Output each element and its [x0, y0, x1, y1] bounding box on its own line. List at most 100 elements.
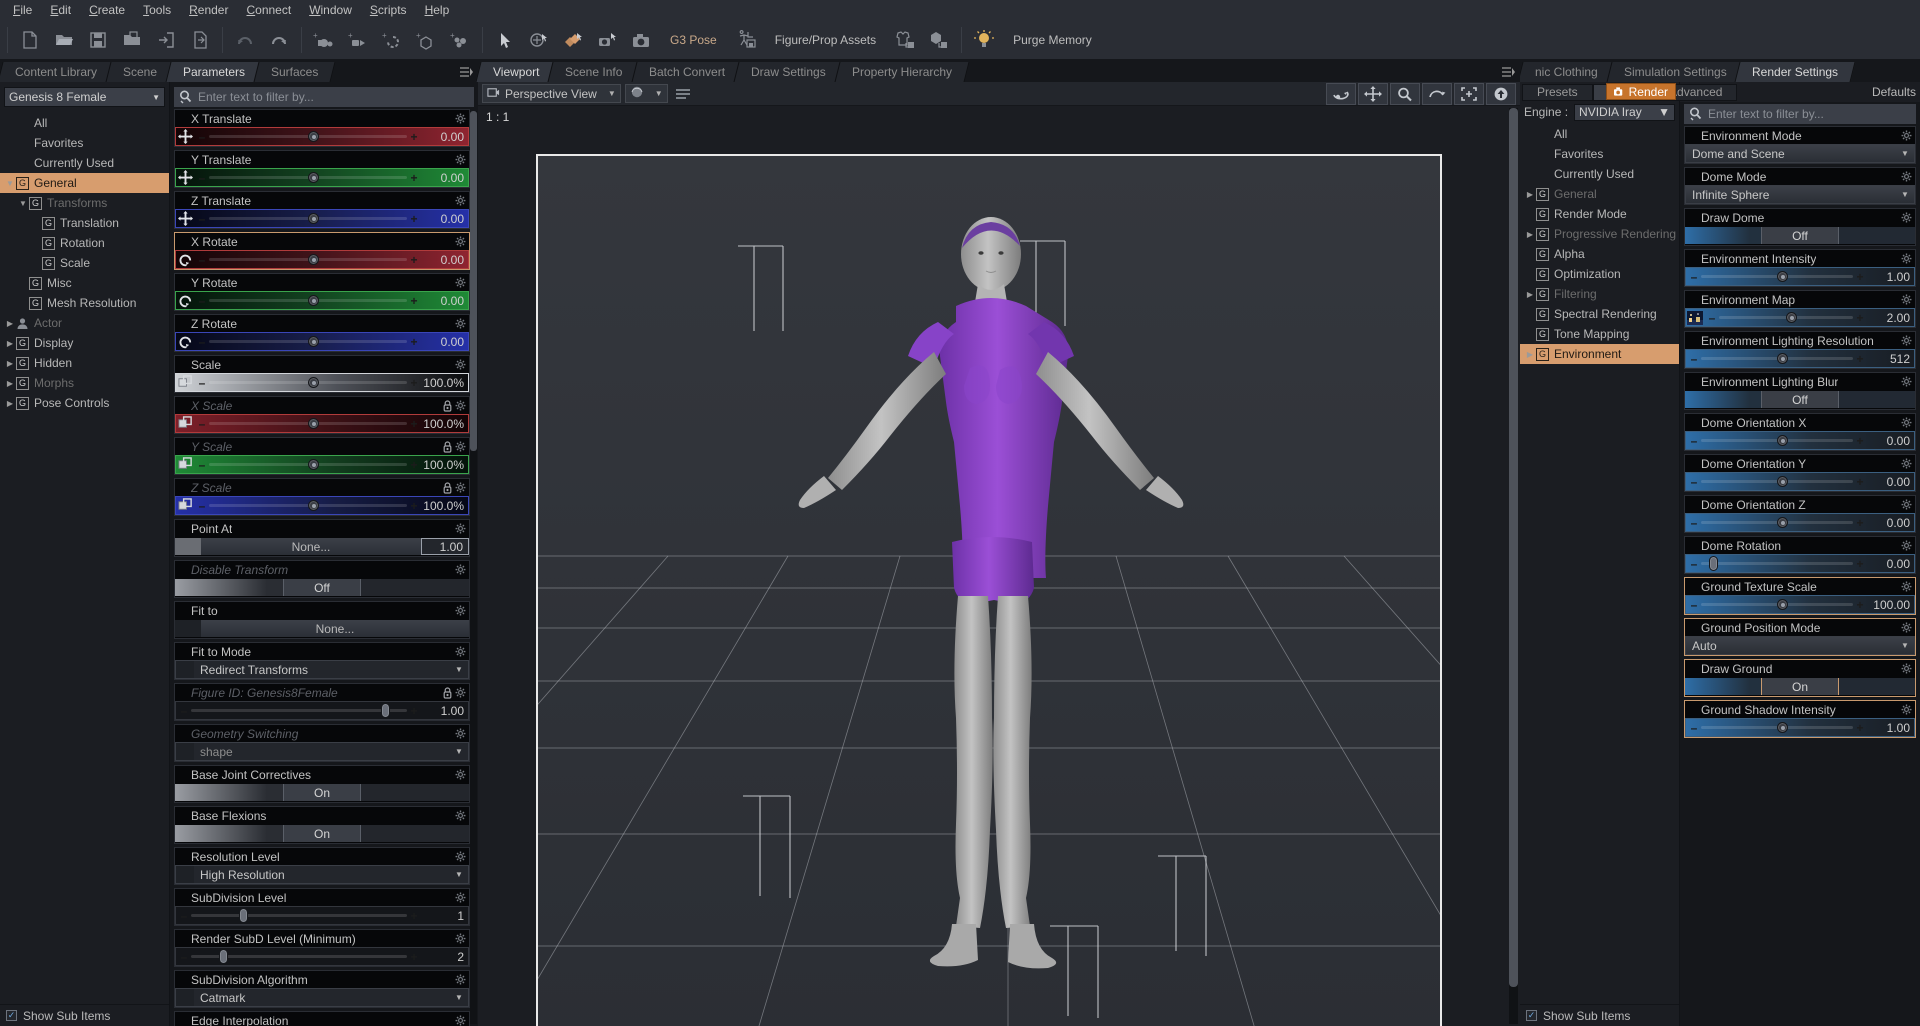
gear-icon[interactable] — [455, 892, 466, 903]
decrement-button[interactable]: – — [1689, 475, 1699, 489]
property-dropdown[interactable]: High Resolution ▼ — [175, 865, 469, 884]
new-file-icon[interactable] — [13, 23, 47, 57]
menu-item-edit[interactable]: Edit — [41, 1, 80, 19]
decrement-button[interactable]: – — [1689, 270, 1699, 284]
increment-button[interactable]: + — [409, 499, 419, 513]
undo-icon[interactable] — [228, 23, 262, 57]
slider-track[interactable]: – + — [1686, 514, 1868, 531]
gear-icon[interactable] — [1901, 499, 1912, 510]
property-value[interactable]: 2 — [422, 950, 468, 964]
render-tree-item-tone-mapping[interactable]: G Tone Mapping — [1520, 324, 1679, 344]
property-toggle[interactable]: On — [175, 824, 469, 843]
increment-button[interactable]: + — [409, 212, 419, 226]
increment-button[interactable]: + — [409, 950, 419, 964]
twisty-collapsed-icon[interactable]: ▶ — [1524, 290, 1536, 299]
slider-track[interactable]: – + — [194, 169, 422, 186]
tab-scene-info[interactable]: Scene Info — [547, 62, 641, 82]
gear-icon[interactable] — [455, 769, 466, 780]
property-slider[interactable]: – +0.00 — [175, 127, 469, 146]
increment-button[interactable]: + — [1855, 311, 1865, 325]
slider-knob[interactable] — [238, 908, 248, 923]
property-value[interactable]: 100.0% — [422, 499, 468, 513]
slider-track[interactable]: – + — [194, 128, 422, 145]
create-particles-icon[interactable]: + — [443, 23, 477, 57]
property-toggle[interactable]: Off — [1685, 226, 1915, 245]
decrement-button[interactable]: – — [197, 171, 207, 185]
slider-bar[interactable] — [209, 213, 407, 224]
lock-icon[interactable] — [443, 481, 452, 494]
save-as-icon[interactable] — [115, 23, 149, 57]
slider-track[interactable]: – + — [176, 948, 422, 965]
property-slider[interactable]: – +512 — [1685, 349, 1915, 368]
viewport-scrollbar[interactable] — [1509, 108, 1518, 1024]
bank-camera-icon[interactable] — [1422, 82, 1452, 105]
gear-icon[interactable] — [1901, 294, 1912, 305]
slider-bar[interactable] — [191, 703, 407, 718]
render-tree-item-all[interactable]: All — [1520, 124, 1679, 144]
toggle-state-label[interactable]: Off — [283, 579, 361, 596]
slider-bar[interactable] — [209, 418, 407, 429]
field-value[interactable]: None... — [201, 538, 421, 555]
chevron-down-icon[interactable]: ▼ — [1896, 190, 1914, 199]
tree-item-scale[interactable]: G Scale — [0, 253, 169, 273]
slider-track[interactable]: – + — [1686, 432, 1868, 449]
property-slider[interactable]: – +0.00 — [1685, 472, 1915, 491]
menu-item-connect[interactable]: Connect — [237, 1, 300, 19]
render-tree-item-filtering[interactable]: ▶ G Filtering — [1520, 284, 1679, 304]
tree-item-morphs[interactable]: ▶ G Morphs — [0, 373, 169, 393]
figure-prop-assets-label[interactable]: Figure/Prop Assets — [763, 33, 888, 47]
property-value[interactable]: 100.0% — [422, 417, 468, 431]
slider-bar[interactable] — [1701, 722, 1853, 733]
render-tree-item-alpha[interactable]: G Alpha — [1520, 244, 1679, 264]
slider-knob[interactable] — [308, 254, 319, 265]
render-filter-input[interactable] — [1708, 107, 1916, 121]
gear-icon[interactable] — [1901, 704, 1912, 715]
gear-icon[interactable] — [455, 810, 466, 821]
chevron-down-icon[interactable]: ▼ — [450, 747, 468, 756]
increment-button[interactable]: + — [409, 458, 419, 472]
slider-bar[interactable] — [209, 377, 407, 388]
menu-item-window[interactable]: Window — [300, 1, 361, 19]
create-light-icon[interactable]: + — [341, 23, 375, 57]
slider-bar[interactable] — [209, 459, 407, 470]
create-camera-icon[interactable]: + — [307, 23, 341, 57]
import-icon[interactable] — [149, 23, 183, 57]
viewport-canvas-area[interactable]: 1 : 1 — [478, 106, 1520, 1026]
increment-button[interactable]: + — [1855, 598, 1865, 612]
property-value[interactable]: 0.00 — [1868, 557, 1914, 571]
render-show-sub-items-checkbox[interactable]: ✓ — [1526, 1010, 1537, 1021]
slider-track[interactable]: – + — [176, 907, 422, 924]
property-slider[interactable]: – +0.00 — [1685, 513, 1915, 532]
property-dropdown[interactable]: shape ▼ — [175, 742, 469, 761]
property-value[interactable]: 0.00 — [422, 212, 468, 226]
render-tree-item-optimization[interactable]: G Optimization — [1520, 264, 1679, 284]
gear-icon[interactable] — [455, 195, 466, 206]
twisty-collapsed-icon[interactable]: ▶ — [1524, 350, 1536, 359]
property-dropdown[interactable]: Redirect Transforms ▼ — [175, 660, 469, 679]
property-slider[interactable]: – +0.00 — [175, 250, 469, 269]
property-value[interactable]: 1.00 — [422, 704, 468, 718]
gear-icon[interactable] — [1901, 171, 1912, 182]
render-tree-item-environment[interactable]: ▶ G Environment — [1520, 344, 1679, 364]
gear-icon[interactable] — [1901, 540, 1912, 551]
property-slider[interactable]: – +100.0% — [175, 496, 469, 515]
property-slider[interactable]: – +100.0% — [175, 455, 469, 474]
tab-property-hierarchy[interactable]: Property Hierarchy — [834, 62, 970, 82]
increment-button[interactable]: + — [409, 376, 419, 390]
pan-camera-icon[interactable] — [1358, 82, 1388, 105]
slider-knob[interactable] — [308, 172, 319, 183]
increment-button[interactable]: + — [409, 294, 419, 308]
decrement-button[interactable]: – — [1689, 516, 1699, 530]
gear-icon[interactable] — [455, 154, 466, 165]
gear-icon[interactable] — [1901, 581, 1912, 592]
twisty-collapsed-icon[interactable]: ▶ — [1524, 190, 1536, 199]
gear-icon[interactable] — [1901, 212, 1912, 223]
increment-button[interactable]: + — [1855, 721, 1865, 735]
increment-button[interactable]: + — [409, 335, 419, 349]
increment-button[interactable]: + — [1855, 475, 1865, 489]
zoom-camera-icon[interactable] — [1390, 82, 1420, 105]
chevron-down-icon[interactable]: ▼ — [450, 870, 468, 879]
gear-icon[interactable] — [1901, 253, 1912, 264]
render-filter-bar[interactable] — [1684, 104, 1916, 124]
parameters-filter-bar[interactable] — [174, 87, 474, 107]
